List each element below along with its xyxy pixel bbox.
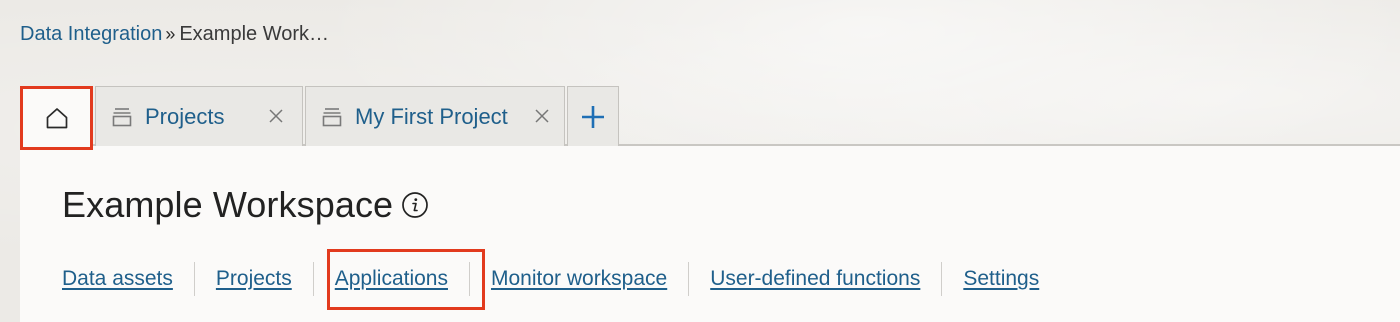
tab-home[interactable]	[20, 86, 93, 148]
close-icon[interactable]	[532, 106, 552, 126]
nav-link-projects[interactable]: Projects	[216, 267, 292, 291]
nav-divider	[312, 262, 314, 296]
home-icon	[46, 107, 67, 128]
breadcrumb-current: Example Work…	[179, 23, 330, 45]
nav-divider	[688, 262, 690, 296]
main-content: Example Workspace Data assets Projects A…	[20, 146, 1400, 322]
title-row: Example Workspace	[62, 184, 429, 226]
breadcrumb-separator: »	[165, 24, 176, 44]
nav-link-data-assets[interactable]: Data assets	[62, 267, 173, 291]
nav-divider	[468, 262, 470, 296]
nav-link-applications[interactable]: Applications	[335, 267, 448, 291]
add-tab-button[interactable]	[567, 86, 619, 146]
workspace-nav: Data assets Projects Applications Monito…	[62, 262, 1039, 296]
nav-link-settings[interactable]: Settings	[963, 267, 1039, 291]
nav-link-monitor-workspace[interactable]: Monitor workspace	[491, 267, 667, 291]
breadcrumb: Data Integration» Example Work…	[20, 21, 329, 47]
info-icon[interactable]	[401, 191, 429, 219]
plus-icon	[582, 105, 604, 128]
tab-my-first-project[interactable]: My First Project	[305, 86, 565, 146]
nav-divider	[941, 262, 943, 296]
tab-projects[interactable]: Projects	[95, 86, 303, 146]
stack-icon	[112, 107, 132, 126]
page-title: Example Workspace	[62, 184, 394, 225]
stack-icon	[322, 107, 342, 126]
tab-my-first-project-label: My First Project	[355, 103, 508, 129]
breadcrumb-data-integration[interactable]: Data Integration	[20, 23, 162, 45]
nav-divider	[193, 262, 195, 296]
tab-projects-label: Projects	[145, 103, 225, 129]
close-icon[interactable]	[266, 106, 286, 126]
nav-link-user-defined-functions[interactable]: User-defined functions	[710, 267, 920, 291]
tab-bar: Projects My First Project	[20, 86, 1400, 148]
